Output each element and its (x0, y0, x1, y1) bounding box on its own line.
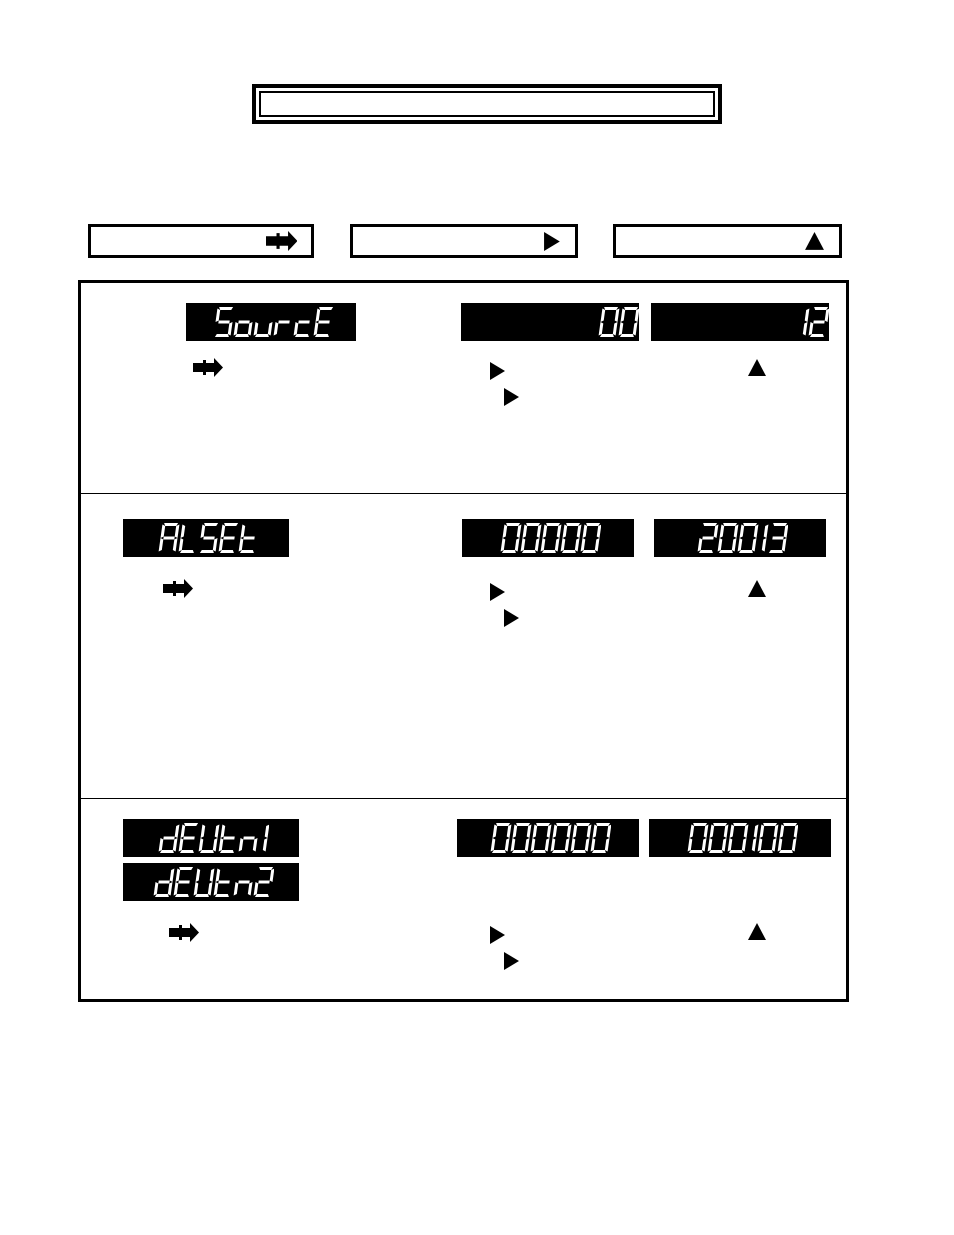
cell-source-range (616, 283, 846, 493)
cell-devtn-labels (81, 799, 351, 999)
cell-alset-label (81, 494, 351, 798)
key-marker (747, 580, 767, 598)
cell-devtn-range (616, 799, 846, 999)
enter-arrow-icon (163, 579, 193, 599)
key-marker (489, 582, 506, 602)
right-triangle-icon (489, 361, 506, 381)
up-triangle-icon (747, 580, 767, 598)
lcd-display (186, 303, 356, 341)
lcd-display (649, 819, 831, 857)
title-box (252, 84, 722, 124)
key-marker (503, 951, 520, 971)
key-marker (169, 923, 199, 943)
up-triangle-icon (747, 923, 767, 941)
parameter-table (78, 280, 849, 1002)
lcd-display (123, 519, 289, 557)
lcd-display (462, 519, 634, 557)
right-triangle-icon (503, 608, 520, 628)
row-source (81, 283, 846, 494)
enter-arrow-icon (265, 230, 297, 252)
key-marker (503, 608, 520, 628)
right-triangle-icon (503, 387, 520, 407)
right-triangle-icon (503, 951, 520, 971)
up-triangle-icon (804, 231, 825, 251)
cell-alset-value (351, 494, 634, 798)
lcd-display (461, 303, 639, 341)
lcd-value (209, 304, 334, 340)
key-marker (747, 923, 767, 941)
up-triangle-icon (747, 359, 767, 377)
lcd-value (154, 820, 269, 856)
row-alset (81, 494, 846, 799)
key-marker (747, 359, 767, 377)
lcd-value (486, 820, 611, 856)
key-marker (163, 579, 193, 599)
lcd-value (794, 304, 829, 340)
cell-devtn-value (351, 799, 639, 999)
row-devtn (81, 799, 846, 999)
lcd-display (651, 303, 829, 341)
enter-key-box[interactable] (88, 224, 314, 258)
right-triangle-icon (489, 925, 506, 945)
cell-source-label (81, 283, 356, 493)
right-triangle-icon (489, 582, 506, 602)
cell-alset-range (616, 494, 846, 798)
shift-key-box[interactable] (350, 224, 578, 258)
lcd-display (457, 819, 639, 857)
lcd-value (683, 820, 798, 856)
lcd-display (123, 819, 299, 857)
key-marker (503, 387, 520, 407)
key-marker (193, 358, 223, 378)
enter-arrow-icon (169, 923, 199, 943)
lcd-value (496, 520, 601, 556)
key-marker (489, 361, 506, 381)
lcd-display (654, 519, 826, 557)
cell-source-value (351, 283, 639, 493)
lcd-value (149, 864, 274, 900)
lcd-display (123, 863, 299, 901)
lcd-value (154, 520, 259, 556)
lcd-value (693, 520, 788, 556)
up-key-box[interactable] (613, 224, 842, 258)
key-marker (489, 925, 506, 945)
enter-arrow-icon (193, 358, 223, 378)
right-triangle-icon (543, 231, 561, 252)
title-box-text (259, 91, 715, 117)
